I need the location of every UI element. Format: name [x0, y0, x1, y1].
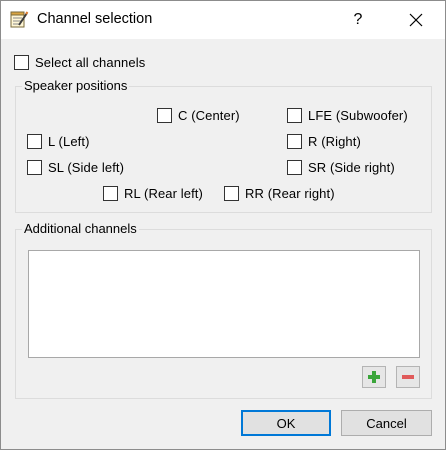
checkbox-side-right[interactable]: SR (Side right): [287, 158, 395, 176]
checkbox-box[interactable]: [27, 159, 42, 175]
select-all-label: Select all channels: [35, 54, 146, 70]
checkbox-label: R (Right): [308, 133, 361, 149]
checkbox-rear-left[interactable]: RL (Rear left): [103, 184, 203, 202]
checkbox-rear-right[interactable]: RR (Rear right): [224, 184, 335, 202]
help-button[interactable]: ?: [335, 1, 381, 39]
checkbox-box[interactable]: [103, 185, 118, 201]
plus-icon: [368, 371, 380, 383]
checkbox-right[interactable]: R (Right): [287, 132, 361, 150]
checkbox-label: C (Center): [178, 107, 240, 123]
checkbox-label: SL (Side left): [48, 159, 125, 175]
additional-channels-group: Additional channels: [15, 221, 432, 399]
add-channel-button[interactable]: [362, 366, 386, 388]
checkbox-left[interactable]: L (Left): [27, 132, 90, 150]
checkbox-box[interactable]: [27, 133, 42, 149]
minus-icon: [402, 375, 414, 379]
checkbox-label: L (Left): [48, 133, 90, 149]
checkbox-box[interactable]: [287, 107, 302, 123]
checkbox-lfe[interactable]: LFE (Subwoofer): [287, 106, 408, 124]
remove-channel-button[interactable]: [396, 366, 420, 388]
close-icon: [409, 13, 423, 27]
checkbox-center[interactable]: C (Center): [157, 106, 240, 124]
speaker-positions-title: Speaker positions: [22, 78, 130, 93]
checkbox-box[interactable]: [224, 185, 239, 201]
additional-channels-list[interactable]: [28, 250, 420, 358]
notepad-icon: [9, 9, 29, 29]
additional-channels-title: Additional channels: [22, 221, 139, 236]
channel-selection-dialog: Channel selection ? Select all channels …: [0, 0, 446, 450]
window-title: Channel selection: [37, 11, 153, 27]
checkbox-label: RL (Rear left): [124, 185, 203, 201]
close-button[interactable]: [393, 1, 439, 39]
checkbox-label: RR (Rear right): [245, 185, 335, 201]
checkbox-label: LFE (Subwoofer): [308, 107, 408, 123]
checkbox-box[interactable]: [157, 107, 172, 123]
checkbox-box[interactable]: [287, 133, 302, 149]
cancel-button[interactable]: Cancel: [341, 410, 432, 436]
checkbox-side-left[interactable]: SL (Side left): [27, 158, 124, 176]
ok-button[interactable]: OK: [241, 410, 331, 436]
select-all-checkbox[interactable]: Select all channels: [14, 53, 145, 71]
checkbox-box[interactable]: [14, 54, 29, 70]
checkbox-box[interactable]: [287, 159, 302, 175]
checkbox-label: SR (Side right): [308, 159, 395, 175]
title-bar: Channel selection ?: [1, 1, 445, 39]
